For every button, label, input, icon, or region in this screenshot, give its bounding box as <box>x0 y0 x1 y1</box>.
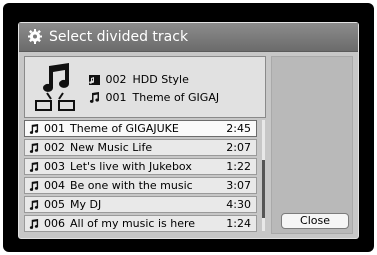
music-note-icon <box>29 142 39 157</box>
track-time: 3:07 <box>226 179 251 192</box>
track-title: Let's live with Jukebox <box>70 160 192 173</box>
track-time: 1:24 <box>226 217 251 230</box>
music-note-icon <box>29 218 39 233</box>
track-row[interactable]: 006 All of my music is here 1:24 <box>24 215 257 232</box>
track-number: 003 <box>44 160 65 173</box>
track-row[interactable]: 001 Theme of GIGAJUKE 2:45 <box>24 120 257 137</box>
current-track-info-line: 001 Theme of GIGAJ <box>89 91 219 105</box>
track-time: 2:45 <box>226 122 251 135</box>
track-time: 1:22 <box>226 160 251 173</box>
folder-name: HDD Style <box>132 73 189 86</box>
music-note-icon <box>29 199 39 214</box>
track-title: Theme of GIGAJUKE <box>70 122 179 135</box>
track-number: 004 <box>44 179 65 192</box>
track-time: 4:30 <box>226 198 251 211</box>
folder-info-line: 002 HDD Style <box>89 73 189 87</box>
current-track-number: 001 <box>105 91 127 104</box>
folder-number: 002 <box>105 73 127 86</box>
side-panel <box>271 56 353 234</box>
track-row[interactable]: 004 Be one with the music 3:07 <box>24 177 257 194</box>
track-number: 001 <box>44 122 65 135</box>
track-title: Be one with the music <box>70 179 193 192</box>
title-bar: Select divided track <box>19 23 358 52</box>
hdd-folder-icon <box>89 73 104 86</box>
track-number: 002 <box>44 141 65 154</box>
current-track-name: Theme of GIGAJ <box>132 91 220 104</box>
track-title: New Music Life <box>70 141 153 154</box>
music-note-icon <box>29 180 39 195</box>
track-number: 005 <box>44 198 65 211</box>
select-divided-track-dialog: Select divided track 002 HDD Style 001 T… <box>18 22 359 239</box>
music-note-icon <box>29 123 39 138</box>
gear-icon <box>27 28 43 44</box>
music-note-icon <box>29 161 39 176</box>
track-info-panel: 002 HDD Style 001 Theme of GIGAJ <box>24 56 266 118</box>
track-row[interactable]: 005 My DJ 4:30 <box>24 196 257 213</box>
track-row[interactable]: 002 New Music Life 2:07 <box>24 139 257 156</box>
track-title: All of my music is here <box>70 217 196 230</box>
track-list: 001 Theme of GIGAJUKE 2:45 002 New Music… <box>24 120 266 232</box>
dialog-title: Select divided track <box>49 29 189 45</box>
track-time: 2:07 <box>226 141 251 154</box>
close-button[interactable]: Close <box>281 213 349 229</box>
screen: Select divided track 002 HDD Style 001 T… <box>0 0 377 255</box>
track-title: My DJ <box>70 198 102 211</box>
music-divide-icon <box>33 62 79 112</box>
track-row[interactable]: 003 Let's live with Jukebox 1:22 <box>24 158 257 175</box>
scrollbar-thumb[interactable] <box>262 160 265 218</box>
music-note-icon <box>89 91 104 104</box>
track-number: 006 <box>44 217 65 230</box>
